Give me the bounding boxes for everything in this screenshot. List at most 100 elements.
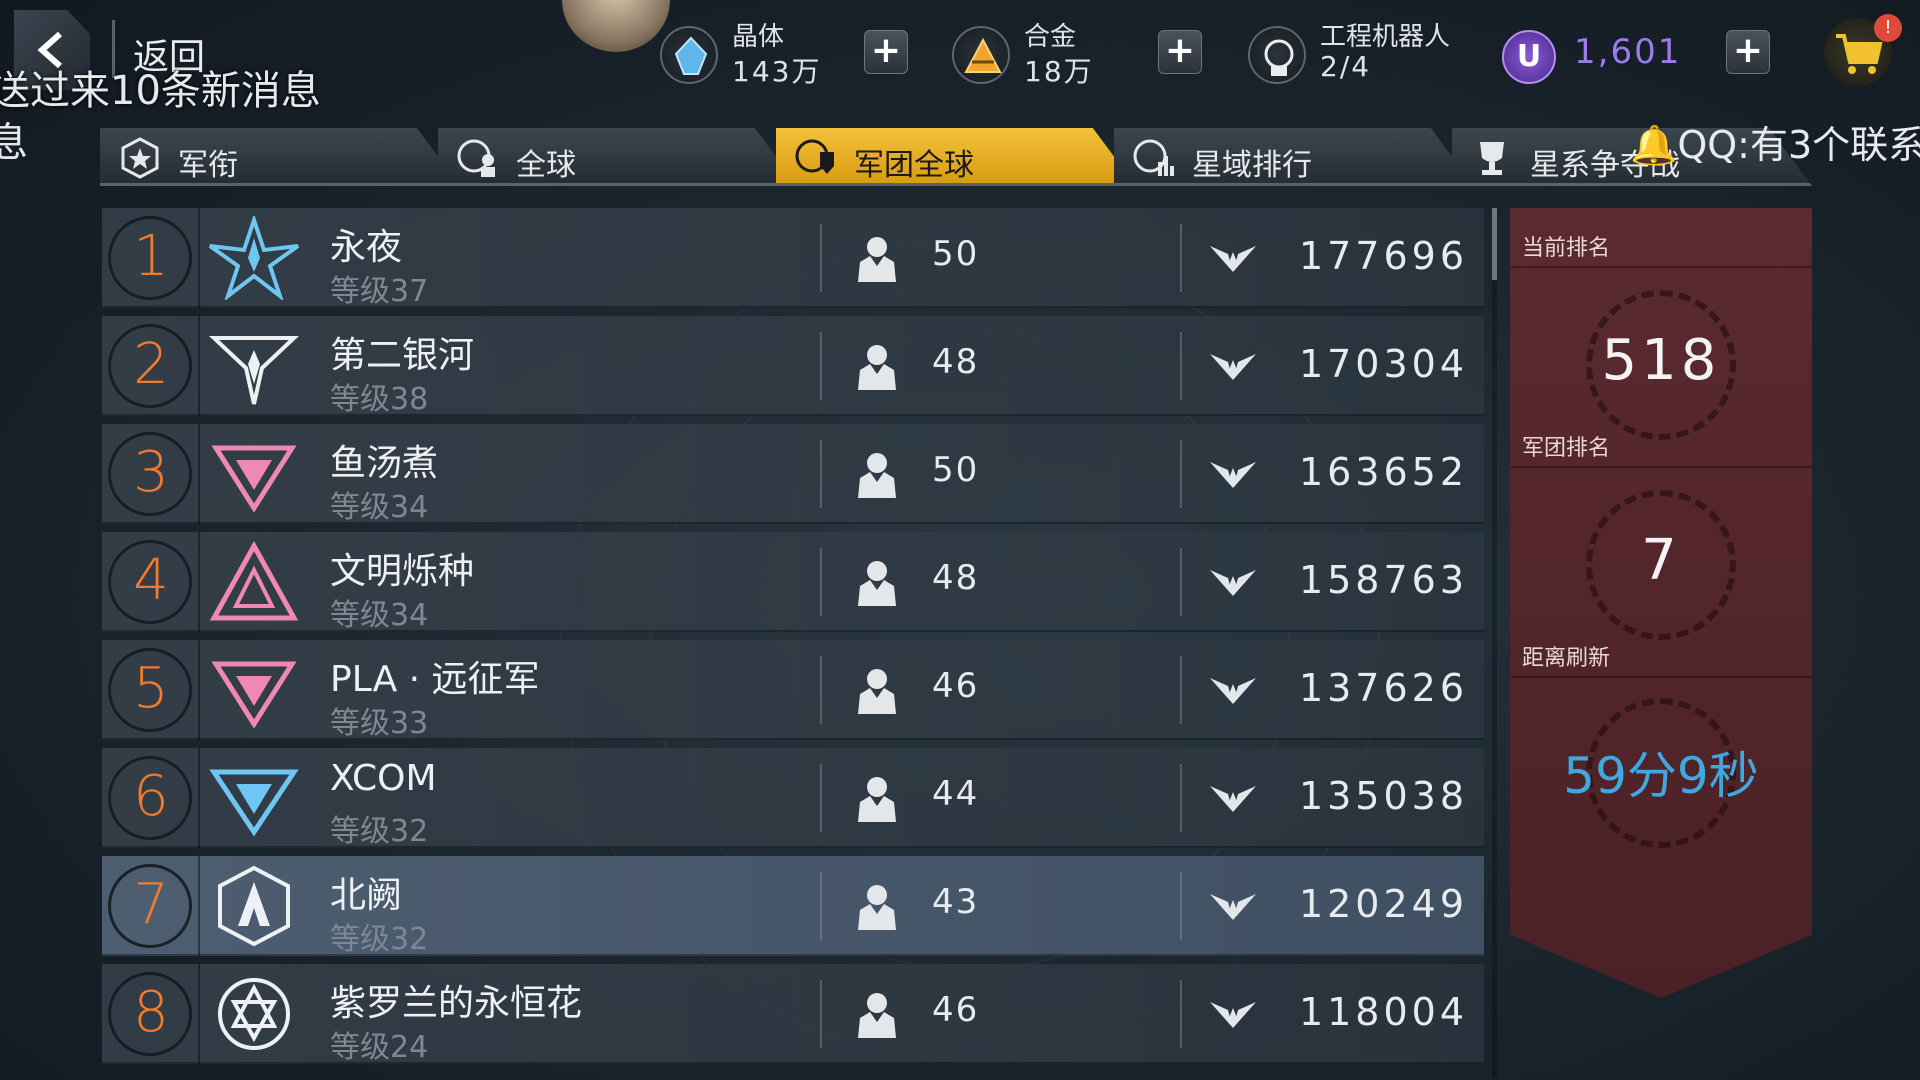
divider <box>1510 266 1812 268</box>
rank-number: 1 <box>133 224 169 289</box>
member-icon <box>858 777 896 822</box>
legion-level: 等级38 <box>330 382 429 417</box>
divider <box>820 656 822 724</box>
rank-number: 2 <box>133 332 169 397</box>
hexagon-emblem-icon <box>218 865 290 947</box>
rank-cell: 7 <box>102 856 200 956</box>
resource-name: 合金 <box>1024 22 1077 52</box>
wings-icon <box>1210 354 1256 380</box>
cart-alert-badge: ! <box>1874 14 1902 42</box>
star-wing-emblem-icon <box>208 216 300 300</box>
legion-name: 文明烁种 <box>330 551 475 592</box>
wings-icon <box>1210 246 1256 272</box>
member-icon <box>858 669 896 714</box>
cyan-chevron-emblem-icon <box>209 769 299 837</box>
legion-name: PLA · 远征军 <box>330 659 540 700</box>
circle-star-emblem-icon <box>218 978 290 1050</box>
wings-icon <box>1210 462 1256 488</box>
tab-label: 军衔 <box>178 148 238 183</box>
table-row[interactable]: 6 XCOM 等级32 44 135038 <box>102 748 1484 849</box>
legion-power: 118004 <box>1298 990 1468 1034</box>
wings-icon <box>1210 1002 1256 1028</box>
player-avatar[interactable] <box>562 0 670 52</box>
tab-global[interactable]: 全球 <box>438 128 798 186</box>
divider <box>1180 332 1182 400</box>
tab-label: 军团全球 <box>854 148 974 183</box>
member-count: 43 <box>932 882 980 922</box>
refresh-label: 距离刷新 <box>1522 646 1611 671</box>
table-row[interactable]: 8 紫罗兰的永恒花 等级24 46 118004 <box>102 964 1484 1065</box>
legion-power: 170304 <box>1298 342 1468 386</box>
list-scrollbar[interactable] <box>1492 208 1497 1078</box>
resource-value: 2/4 <box>1320 50 1372 83</box>
alloy-icon <box>952 26 1010 84</box>
rank-cell: 8 <box>102 964 200 1064</box>
table-row[interactable]: 4 文明烁种 等级34 48 158763 <box>102 532 1484 633</box>
premium-currency-icon: U <box>1502 30 1556 84</box>
legion-power: 137626 <box>1298 666 1468 710</box>
bell-icon: 🔔 <box>1630 123 1678 167</box>
tab-legion-global[interactable]: 军团全球 <box>776 128 1136 186</box>
member-icon <box>858 453 896 498</box>
legion-name: 第二银河 <box>330 335 475 376</box>
member-count: 46 <box>932 990 980 1030</box>
add-premium-button[interactable]: + <box>1726 30 1770 74</box>
rank-number: 8 <box>133 980 169 1045</box>
member-count: 48 <box>932 558 980 598</box>
legion-level: 等级33 <box>330 706 429 741</box>
divider <box>820 872 822 940</box>
rank-cell: 2 <box>102 316 200 416</box>
divider <box>1180 440 1182 508</box>
tab-label: 全球 <box>516 148 576 183</box>
divider <box>820 224 822 292</box>
table-row[interactable]: 5 PLA · 远征军 等级33 46 137626 <box>102 640 1484 741</box>
list-scrollbar-thumb[interactable] <box>1492 208 1497 280</box>
legion-power: 163652 <box>1298 450 1468 494</box>
table-row[interactable]: 1 永夜 等级37 50 177696 <box>102 208 1484 309</box>
member-count: 48 <box>932 342 980 382</box>
divider <box>1180 224 1182 292</box>
current-rank-value: 518 <box>1601 328 1721 393</box>
rank-cell: 4 <box>102 532 200 632</box>
member-icon <box>858 993 896 1038</box>
legion-name: 北阙 <box>330 875 403 916</box>
legion-level: 等级24 <box>330 1030 429 1065</box>
globe-chart-icon <box>1133 139 1174 176</box>
pink-triangle-emblem-icon <box>209 540 299 621</box>
divider <box>1510 466 1812 468</box>
pink-chevron-emblem-icon <box>211 445 297 513</box>
rank-number: 4 <box>133 548 169 613</box>
tab-rank[interactable]: 军衔 <box>100 128 460 186</box>
legion-power: 120249 <box>1298 882 1468 926</box>
divider <box>1180 548 1182 616</box>
table-row[interactable]: 3 鱼汤煮 等级34 50 163652 <box>102 424 1484 525</box>
rank-number: 5 <box>133 656 169 721</box>
divider <box>1180 872 1182 940</box>
divider <box>1180 980 1182 1048</box>
legion-level: 等级32 <box>330 922 429 957</box>
member-count: 46 <box>932 666 980 706</box>
wings-icon <box>1210 678 1256 704</box>
globe-shield-icon <box>795 139 834 174</box>
member-icon <box>858 345 896 390</box>
table-row[interactable]: 2 第二银河 等级38 48 170304 <box>102 316 1484 417</box>
divider <box>1180 656 1182 724</box>
crystal-icon <box>660 26 718 84</box>
refresh-countdown: 59分9秒 <box>1563 747 1759 805</box>
member-icon <box>858 561 896 606</box>
legion-power: 158763 <box>1298 558 1468 602</box>
globe-person-icon <box>457 139 495 177</box>
member-count: 44 <box>932 774 980 814</box>
legion-power: 135038 <box>1298 774 1468 818</box>
robot-icon <box>1248 26 1306 84</box>
add-crystal-button[interactable]: + <box>864 30 908 74</box>
add-alloy-button[interactable]: + <box>1158 30 1202 74</box>
rank-cell: 1 <box>102 208 200 308</box>
legion-level: 等级34 <box>330 490 429 525</box>
divider <box>820 440 822 508</box>
tab-star-region[interactable]: 星域排行 <box>1114 128 1474 186</box>
legion-name: 紫罗兰的永恒花 <box>330 983 583 1024</box>
table-row-own-legion[interactable]: 7 北阙 等级32 43 120249 <box>102 856 1484 957</box>
qq-notification: 🔔QQ:有3个联系 <box>1630 114 1920 169</box>
premium-currency-value: 1,601 <box>1574 32 1682 72</box>
